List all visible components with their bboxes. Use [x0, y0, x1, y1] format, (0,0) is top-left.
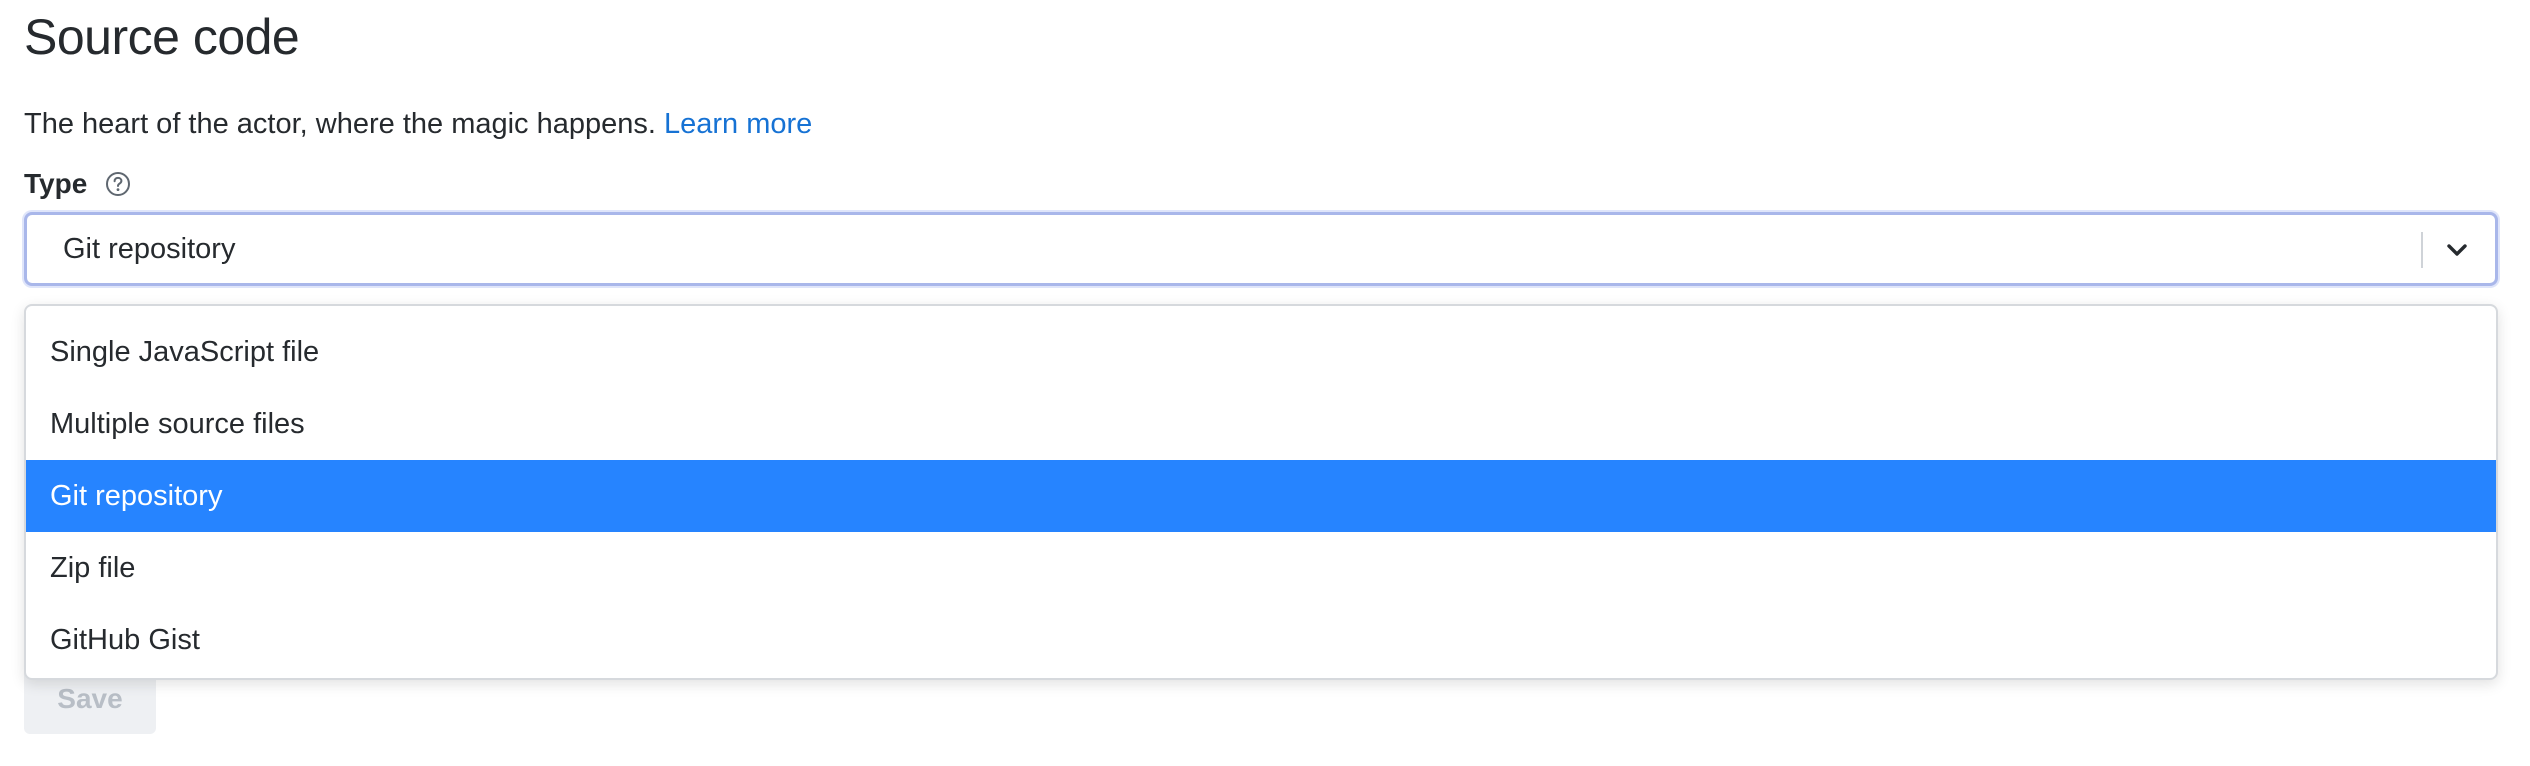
type-select[interactable]: Git repository — [24, 212, 2498, 286]
type-options-menu: Single JavaScript file Multiple source f… — [24, 304, 2498, 680]
type-label: Type — [24, 168, 88, 199]
option-zip-file[interactable]: Zip file — [26, 532, 2496, 604]
page-title: Source code — [24, 9, 300, 65]
type-select-value: Git repository — [63, 233, 236, 265]
section-description: The heart of the actor, where the magic … — [24, 104, 812, 144]
chevron-down-icon[interactable] — [2439, 232, 2475, 268]
question-circle-icon[interactable] — [105, 171, 131, 197]
option-github-gist[interactable]: GitHub Gist — [26, 604, 2496, 676]
learn-more-link[interactable]: Learn more — [664, 108, 812, 140]
option-multiple-source-files[interactable]: Multiple source files — [26, 388, 2496, 460]
option-git-repository[interactable]: Git repository — [26, 460, 2496, 532]
description-text: The heart of the actor, where the magic … — [24, 108, 656, 140]
type-label-row: Type — [24, 164, 131, 204]
option-single-javascript-file[interactable]: Single JavaScript file — [26, 316, 2496, 388]
select-separator — [2421, 232, 2423, 268]
